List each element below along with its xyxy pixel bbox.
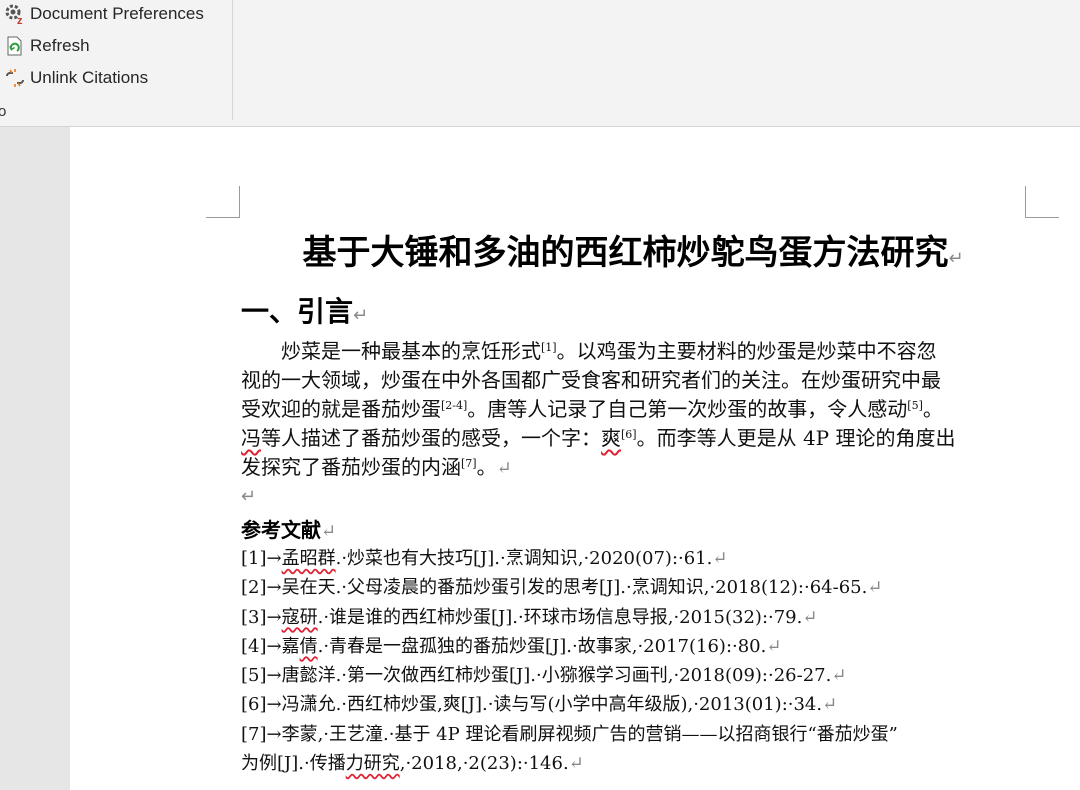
svg-text:z: z bbox=[17, 15, 23, 25]
crop-mark-right bbox=[1025, 186, 1059, 218]
document-preferences-button[interactable]: z Document Preferences bbox=[4, 1, 204, 27]
paragraph-mark: ↵ bbox=[353, 305, 369, 326]
text-run: 。以鸡蛋为主要材料的炒蛋是炒菜中不容忽 bbox=[556, 339, 937, 363]
citation: [2-4] bbox=[441, 399, 468, 412]
empty-paragraph-mark: ↵ bbox=[241, 486, 257, 506]
text-run: [1]→ bbox=[241, 548, 282, 569]
document-title[interactable]: 基于大锤和多油的西红柿炒鸵鸟蛋方法研究↵ bbox=[241, 225, 1025, 274]
text-run: 为例[J].·传播 bbox=[241, 753, 346, 775]
document-preferences-label: Document Preferences bbox=[30, 4, 204, 23]
reference-item: [4]→嘉倩.·青春是一盘孤独的番茄炒蛋[J].·故事家,·2017(16):·… bbox=[241, 632, 1041, 661]
spellcheck-text: 孟昭群 bbox=[281, 548, 336, 569]
spellcheck-text: 爽 bbox=[601, 426, 621, 450]
gear-z-icon: z bbox=[4, 3, 26, 25]
unlink-icon bbox=[4, 67, 26, 89]
paragraph-line: 视的一大领域，炒蛋在中外各国都广受食客和研究者们的关注。在炒蛋研究中最 bbox=[241, 368, 941, 392]
text-run: .·炒菜也有大技巧[J].·烹调知识,·2020(07):·61. bbox=[335, 548, 713, 569]
text-run: 受欢迎的就是番茄炒蛋 bbox=[241, 397, 441, 421]
text-run: 。而李等人更是从 4P 理论的角度出 bbox=[636, 426, 956, 450]
text-run: .·青春是一盘孤独的番茄炒蛋[J].·故事家,·2017(16):·80. bbox=[317, 635, 767, 657]
text-run: 。 bbox=[922, 397, 943, 421]
reference-item: [6]→冯潇允.·西红柿炒蛋,爽[J].·读与写(小学中高年级版),·2013(… bbox=[241, 690, 1041, 719]
paragraph-line: 炒菜是一种最基本的烹饪形式[1]。以鸡蛋为主要材料的炒蛋是炒菜中不容忽 bbox=[241, 337, 1025, 366]
section-heading-text: 一、引言 bbox=[241, 295, 354, 328]
text-run: 。唐等人记录了自己第一次炒蛋的故事，令人感动 bbox=[467, 397, 908, 421]
paragraph-mark: ↵ bbox=[321, 521, 337, 542]
text-run: [6]→冯潇允.·西红柿炒蛋,爽[J].·读与写(小学中高年级版),·2013(… bbox=[241, 694, 823, 716]
document-left-margin bbox=[0, 127, 70, 790]
references-heading-text: 参考文献 bbox=[241, 518, 321, 542]
reference-item: [7]→李蒙,·王艺潼.·基于 4P 理论看刷屏视频广告的营销——以招商银行“番… bbox=[241, 720, 1041, 749]
reference-item: 为例[J].·传播力研究,·2018,·2(23):·146.↵ bbox=[241, 749, 1041, 778]
paragraph-mark: ↵ bbox=[831, 665, 847, 687]
refresh-button[interactable]: Refresh bbox=[4, 33, 90, 59]
refresh-label: Refresh bbox=[30, 36, 90, 55]
intro-paragraph[interactable]: 炒菜是一种最基本的烹饪形式[1]。以鸡蛋为主要材料的炒蛋是炒菜中不容忽 视的一大… bbox=[241, 337, 1025, 483]
reference-item: [3]→寇研.·谁是谁的西红柿炒蛋[J].·环球市场信息导报,·2015(32)… bbox=[241, 603, 1041, 632]
paragraph-mark: ↵ bbox=[496, 458, 512, 479]
references-heading[interactable]: 参考文献↵ bbox=[241, 514, 336, 543]
reference-item: [1]→孟昭群.·炒菜也有大技巧[J].·烹调知识,·2020(07):·61.… bbox=[241, 544, 1041, 573]
spellcheck-text: 倩 bbox=[299, 635, 318, 657]
text-run: ,·2018,·2(23):·146. bbox=[399, 753, 569, 775]
text-run: 发探究了番茄炒蛋的内涵 bbox=[241, 455, 461, 479]
text-run: [5]→唐懿洋.·第一次做西红柿炒蛋[J].·小猕猴学习画刊,·2018(09)… bbox=[241, 665, 832, 687]
paragraph-line: 冯等人描述了番茄炒蛋的感受，一个字：爽[6]。而李等人更是从 4P 理论的角度出 bbox=[241, 424, 1025, 453]
unlink-citations-button[interactable]: Unlink Citations bbox=[4, 65, 148, 91]
citation: [5] bbox=[907, 399, 923, 412]
text-run: 炒菜是一种最基本的烹饪形式 bbox=[281, 339, 541, 363]
citations-ribbon-group: z Document Preferences Refresh Unlink Ci… bbox=[0, 0, 233, 120]
paragraph-mark: ↵ bbox=[802, 606, 818, 628]
unlink-citations-label: Unlink Citations bbox=[30, 68, 149, 87]
paragraph-line: 受欢迎的就是番茄炒蛋[2-4]。唐等人记录了自己第一次炒蛋的故事，令人感动[5]… bbox=[241, 395, 1025, 424]
paragraph-mark: ↵ bbox=[948, 248, 964, 269]
crop-mark-left bbox=[206, 186, 240, 218]
reference-item: [5]→唐懿洋.·第一次做西红柿炒蛋[J].·小猕猴学习画刊,·2018(09)… bbox=[241, 661, 1041, 690]
spellcheck-text: 寇研 bbox=[281, 606, 318, 628]
text-run: [3]→ bbox=[241, 606, 282, 628]
text-run: [7]→李蒙,·王艺潼.·基于 4P 理论看刷屏视频广告的营销——以招商银行“番… bbox=[241, 723, 898, 745]
reference-item: [2]→吴在天.·父母凌晨的番茄炒蛋引发的思考[J].·烹调知识,·2018(1… bbox=[241, 573, 1041, 602]
reference-list[interactable]: [1]→孟昭群.·炒菜也有大技巧[J].·烹调知识,·2020(07):·61.… bbox=[241, 544, 1041, 778]
text-run: 等人描述了番茄炒蛋的感受，一个字： bbox=[261, 426, 601, 450]
paragraph-mark: ↵ bbox=[568, 753, 584, 775]
paragraph-line: 发探究了番茄炒蛋的内涵[7]。↵ bbox=[241, 453, 1025, 483]
spellcheck-text: 力研究 bbox=[345, 753, 400, 775]
citation: [7] bbox=[461, 457, 477, 470]
text-run: [4]→嘉 bbox=[241, 635, 300, 657]
paragraph-mark: ↵ bbox=[822, 694, 838, 716]
section-heading[interactable]: 一、引言↵ bbox=[241, 290, 368, 330]
paragraph-mark: ↵ bbox=[867, 577, 883, 599]
paragraph-mark: ↵ bbox=[712, 548, 728, 569]
document-title-text: 基于大锤和多油的西红柿炒鸵鸟蛋方法研究 bbox=[302, 233, 949, 273]
citation: [6] bbox=[621, 428, 637, 441]
citation: [1] bbox=[541, 341, 557, 354]
ribbon-group-label: o bbox=[0, 103, 7, 120]
paragraph-mark: ↵ bbox=[766, 635, 782, 657]
text-run: .·谁是谁的西红柿炒蛋[J].·环球市场信息导报,·2015(32):·79. bbox=[317, 606, 803, 628]
refresh-doc-icon bbox=[4, 35, 26, 57]
spellcheck-text: 冯 bbox=[241, 426, 261, 450]
text-run: 。 bbox=[476, 455, 497, 479]
text-run: [2]→吴在天.·父母凌晨的番茄炒蛋引发的思考[J].·烹调知识,·2018(1… bbox=[241, 577, 868, 599]
ribbon: z Document Preferences Refresh Unlink Ci… bbox=[0, 0, 1080, 127]
